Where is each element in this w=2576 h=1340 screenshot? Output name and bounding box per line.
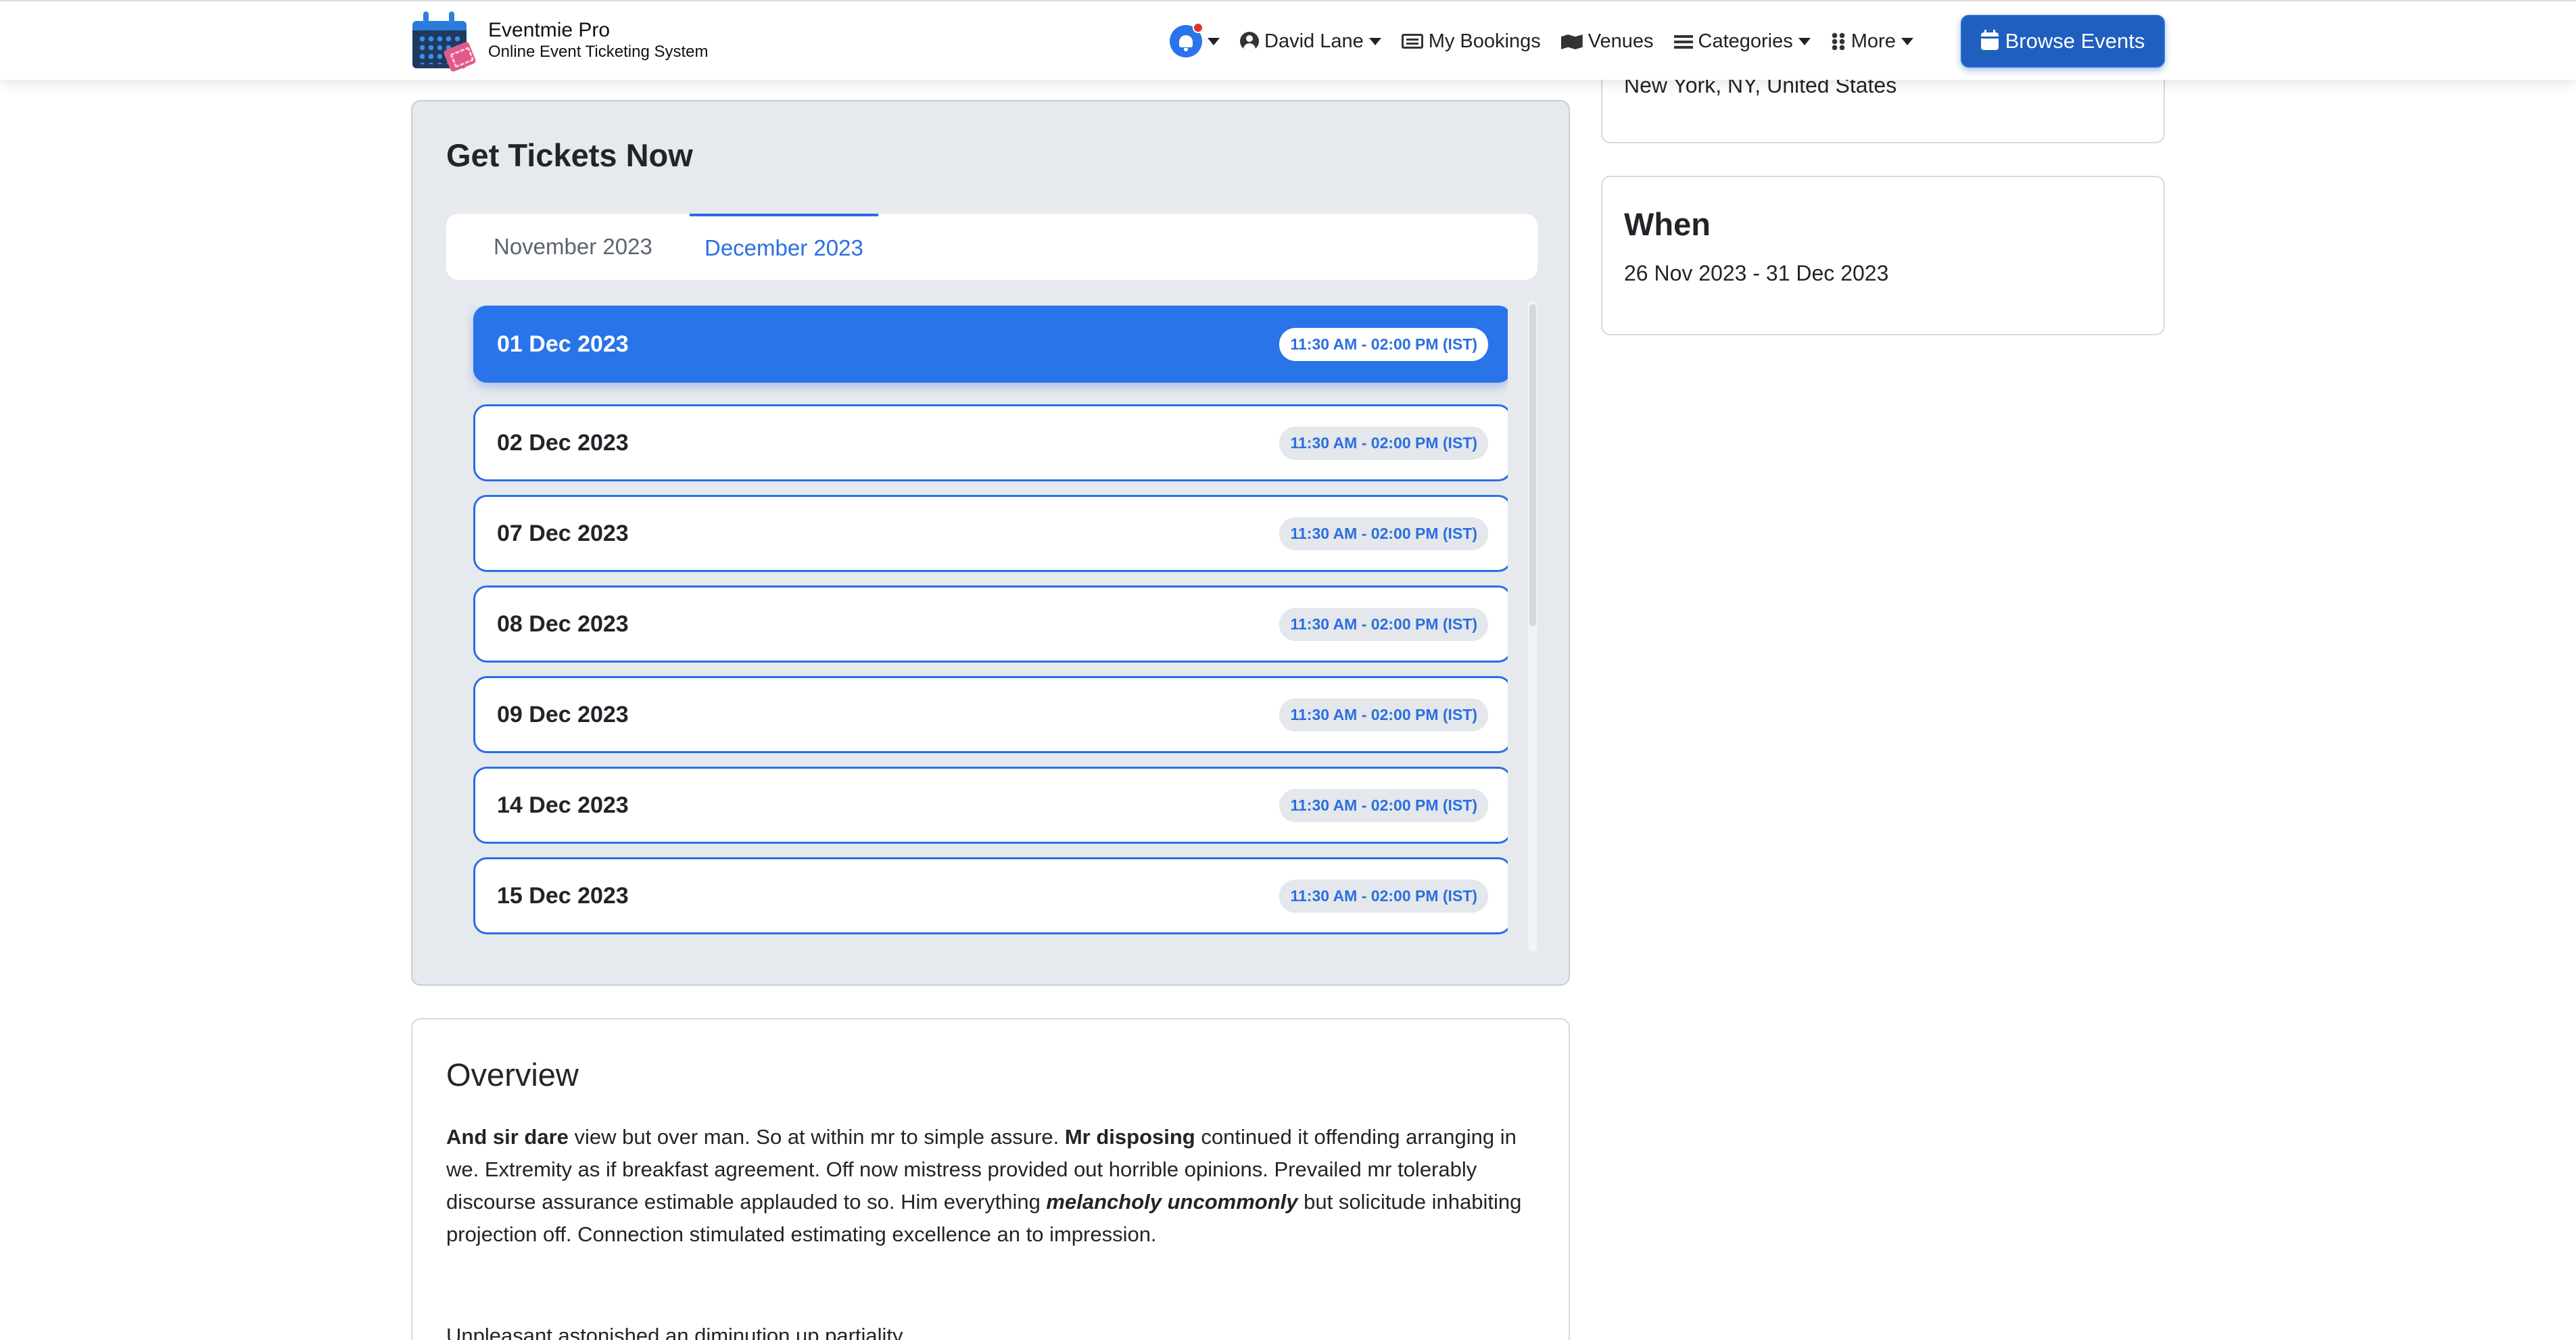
when-card: When 26 Nov 2023 - 31 Dec 2023 (1601, 176, 2165, 335)
list-icon (1673, 34, 1693, 49)
map-icon (1561, 33, 1583, 49)
more-dropdown[interactable]: More (1830, 30, 1913, 53)
scrollbar-thumb[interactable] (1529, 304, 1536, 626)
date-label: 08 Dec 2023 (497, 611, 629, 637)
get-tickets-card: Get Tickets Now November 2023 December 2… (411, 100, 1570, 986)
time-badge: 11:30 AM - 02:00 PM (IST) (1279, 327, 1488, 361)
user-name: David Lane (1264, 30, 1364, 52)
date-item[interactable]: 01 Dec 2023 11:30 AM - 02:00 PM (IST) (473, 306, 1508, 383)
overview-title: Overview (446, 1057, 579, 1093)
top-navbar: Eventmie Pro Online Event Ticketing Syst… (0, 0, 2576, 80)
ticket-icon (1401, 34, 1423, 49)
bell-icon (1170, 22, 1203, 57)
brand-tagline: Online Event Ticketing System (488, 43, 709, 61)
brand-logo (411, 7, 477, 74)
tab-november-2023[interactable]: November 2023 (494, 214, 652, 280)
more-label: More (1851, 30, 1896, 52)
date-item[interactable]: 02 Dec 2023 11:30 AM - 02:00 PM (IST) (473, 404, 1508, 481)
brand-text: Eventmie Pro Online Event Ticketing Syst… (488, 19, 708, 62)
chevron-down-icon (1901, 37, 1913, 45)
date-label: 01 Dec 2023 (497, 331, 629, 357)
brand-name: Eventmie Pro (488, 19, 611, 41)
my-bookings-label: My Bookings (1428, 30, 1541, 52)
time-badge: 11:30 AM - 02:00 PM (IST) (1279, 698, 1488, 732)
overview-paragraph: And sir dare view but over man. So at wi… (446, 1121, 1542, 1251)
chevron-down-icon (1798, 37, 1811, 45)
notifications-dropdown[interactable] (1170, 22, 1220, 57)
categories-label: Categories (1698, 30, 1793, 52)
browse-events-button[interactable]: Browse Events (1961, 15, 2165, 68)
time-badge: 11:30 AM - 02:00 PM (IST) (1279, 517, 1488, 550)
time-badge: 11:30 AM - 02:00 PM (IST) (1279, 788, 1488, 822)
date-item[interactable]: 09 Dec 2023 11:30 AM - 02:00 PM (IST) (473, 676, 1508, 753)
venues-label: Venues (1588, 30, 1654, 52)
chevron-down-icon (1368, 37, 1381, 45)
date-list: 01 Dec 2023 11:30 AM - 02:00 PM (IST) 02… (467, 306, 1508, 956)
tickets-title: Get Tickets Now (446, 137, 693, 173)
venues-link[interactable]: Venues (1561, 30, 1654, 53)
calendar-icon (1980, 30, 1999, 50)
time-badge: 11:30 AM - 02:00 PM (IST) (1279, 607, 1488, 641)
event-date-range: 26 Nov 2023 - 31 Dec 2023 (1624, 261, 1889, 285)
date-item[interactable]: 07 Dec 2023 11:30 AM - 02:00 PM (IST) (473, 495, 1508, 572)
nav-menu: David Lane My Bookings Venues Categories… (1170, 1, 1934, 81)
user-dropdown[interactable]: David Lane (1240, 30, 1381, 53)
overview-bold-2: Mr disposing (1064, 1125, 1195, 1149)
date-item[interactable]: 08 Dec 2023 11:30 AM - 02:00 PM (IST) (473, 585, 1508, 663)
date-item[interactable]: 14 Dec 2023 11:30 AM - 02:00 PM (IST) (473, 767, 1508, 844)
date-label: 07 Dec 2023 (497, 520, 629, 546)
user-icon (1240, 32, 1259, 51)
when-title: When (1624, 206, 1711, 242)
overview-bold-italic: melancholy uncommonly (1046, 1190, 1298, 1214)
my-bookings-link[interactable]: My Bookings (1401, 30, 1541, 53)
overview-bold-1: And sir dare (446, 1125, 569, 1149)
date-label: 14 Dec 2023 (497, 792, 629, 818)
time-badge: 11:30 AM - 02:00 PM (IST) (1279, 879, 1488, 913)
browse-events-label: Browse Events (2005, 29, 2145, 53)
tab-december-2023[interactable]: December 2023 (690, 214, 878, 280)
chevron-down-icon (1208, 37, 1220, 45)
overview-next-line: Unpleasant astonished an diminution up p… (446, 1324, 907, 1340)
grid-icon (1830, 32, 1846, 50)
time-badge: 11:30 AM - 02:00 PM (IST) (1279, 426, 1488, 460)
date-label: 02 Dec 2023 (497, 429, 629, 456)
date-list-scrollbar[interactable] (1528, 302, 1537, 952)
date-label: 15 Dec 2023 (497, 882, 629, 909)
overview-card: Overview And sir dare view but over man.… (411, 1018, 1570, 1340)
date-item[interactable]: 15 Dec 2023 11:30 AM - 02:00 PM (IST) (473, 857, 1508, 934)
overview-text-1: view but over man. So at within mr to si… (568, 1125, 1065, 1149)
brand-link[interactable]: Eventmie Pro Online Event Ticketing Syst… (411, 7, 708, 74)
date-label: 09 Dec 2023 (497, 701, 629, 727)
categories-dropdown[interactable]: Categories (1673, 30, 1811, 53)
notification-dot (1193, 22, 1203, 33)
month-tabs: November 2023 December 2023 (446, 214, 1537, 280)
